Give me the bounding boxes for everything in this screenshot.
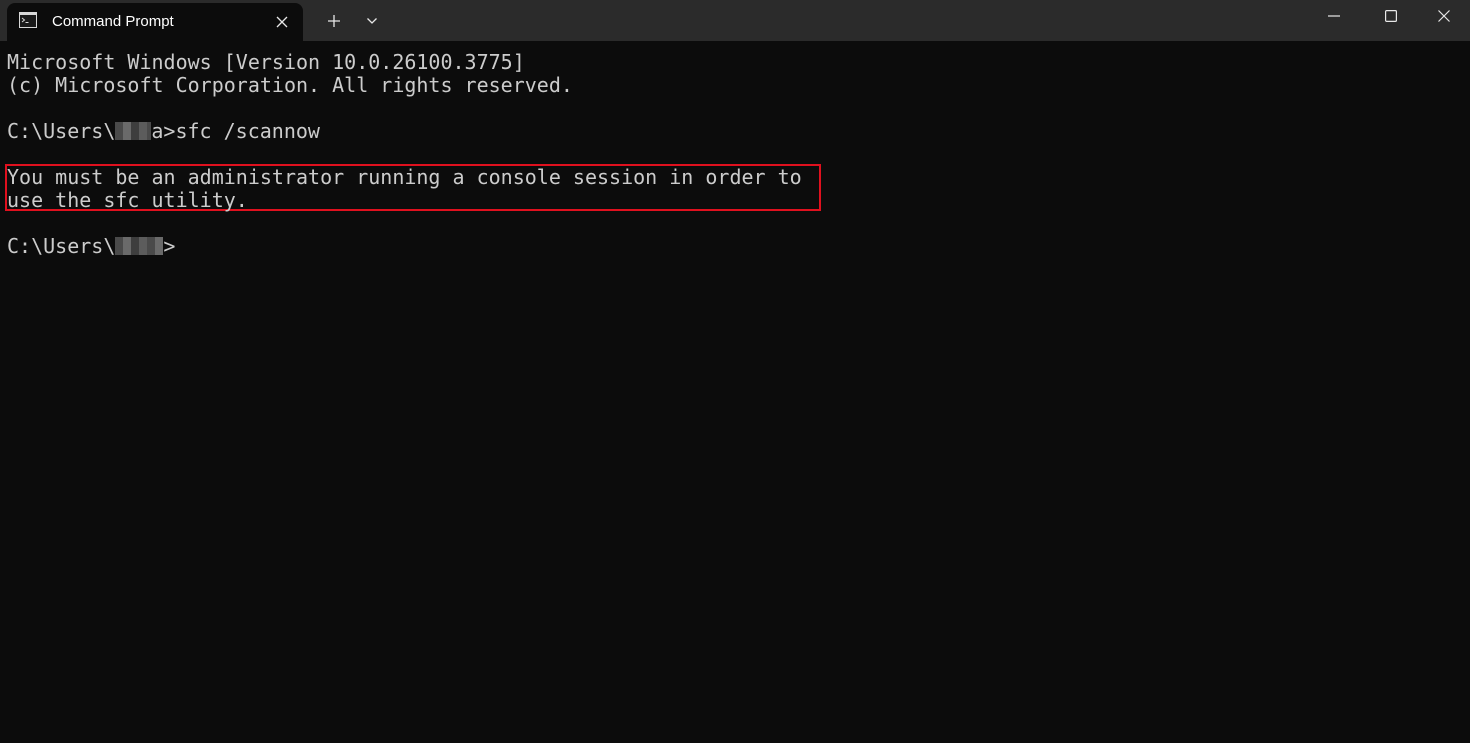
prompt-symbol: >	[163, 234, 176, 258]
error-message-line-2: use the sfc utility.	[7, 188, 248, 212]
redacted-username	[115, 237, 164, 255]
minimize-icon	[1328, 15, 1340, 17]
console-output[interactable]: Microsoft Windows [Version 10.0.26100.37…	[0, 41, 1470, 743]
maximize-icon	[1385, 10, 1397, 22]
error-message-line-1: You must be an administrator running a c…	[7, 165, 802, 189]
tab-dropdown-button[interactable]	[358, 8, 386, 34]
current-prompt: C:\Users\ >	[7, 235, 175, 258]
tab-title: Command Prompt	[52, 13, 174, 30]
maximize-button[interactable]	[1361, 0, 1421, 32]
minimize-button[interactable]	[1304, 0, 1364, 32]
title-bar[interactable]: Command Prompt	[0, 0, 1470, 41]
prompt-path: C:\Users\	[7, 234, 116, 258]
command-text: a>sfc /scannow	[151, 119, 320, 143]
new-tab-button[interactable]	[320, 8, 348, 34]
version-line: Microsoft Windows [Version 10.0.26100.37…	[7, 50, 525, 74]
chevron-down-icon	[367, 18, 377, 24]
close-icon	[1438, 10, 1450, 22]
close-tab-button[interactable]	[272, 12, 292, 32]
redacted-username	[115, 122, 152, 140]
terminal-icon	[19, 12, 37, 28]
plus-icon	[328, 15, 340, 27]
prompt-path: C:\Users\	[7, 119, 116, 143]
copyright-line: (c) Microsoft Corporation. All rights re…	[7, 73, 573, 97]
tab-command-prompt[interactable]: Command Prompt	[7, 3, 303, 41]
command-line: C:\Users\ a>sfc /scannow	[7, 120, 320, 143]
close-window-button[interactable]	[1418, 0, 1470, 32]
command-prompt-window: Command Prompt Microsoft Windows [Versio…	[0, 0, 1470, 743]
close-icon	[276, 16, 288, 28]
